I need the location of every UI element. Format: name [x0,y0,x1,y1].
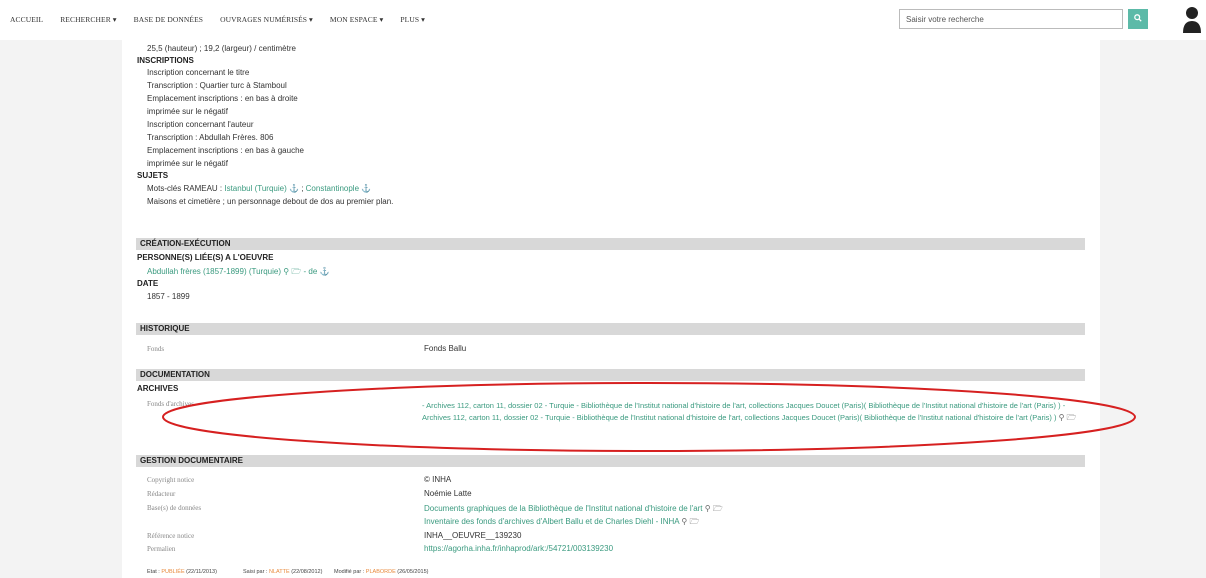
nav-base-de-donnees[interactable]: BASE DE DONNÉES [134,15,203,24]
dimensions-text: 25,5 (hauteur) ; 19,2 (largeur) / centim… [147,44,296,53]
copyright-value: © INHA [424,475,452,484]
person-role: - de [303,267,318,276]
sujets-heading: SUJETS [137,171,169,180]
user-icon[interactable] [1182,6,1202,34]
inscription-line: Inscription concernant le titre [147,68,250,77]
date-value: 1857 - 1899 [147,292,190,301]
section-historique: HISTORIQUE [136,323,1085,335]
reference-value: INHA__OEUVRE__139230 [424,531,522,540]
main-nav: ACCUEIL RECHERCHER ▾ BASE DE DONNÉES OUV… [10,15,442,24]
left-margin [0,40,122,578]
bases-label: Base(s) de données [147,504,202,512]
footer-etat: Etat : PUBLIÉE (22/11/2013) [147,569,217,575]
inscriptions-heading: INSCRIPTIONS [137,56,194,65]
rameau-link-constantinople[interactable]: Constantinople [306,184,359,193]
rameau-row: Mots-clés RAMEAU : Istanbul (Turquie) ⚓ … [147,184,372,193]
search-button[interactable] [1128,9,1148,29]
permalien-label: Permalien [147,545,176,553]
record-content [122,40,1100,578]
nav-rechercher[interactable]: RECHERCHER ▾ [60,15,116,24]
inscription-line: Emplacement inscriptions : en bas à droi… [147,94,298,103]
redacteur-value: Noémie Latte [424,489,472,498]
section-creation-execution: CRÉATION-EXÉCUTION [136,238,1085,250]
inscription-line: imprimée sur le négatif [147,159,228,168]
folder-icon[interactable]: 🗁 [291,267,301,276]
date-heading: DATE [137,279,159,288]
fonds-value: Fonds Ballu [424,344,467,353]
person-heading: PERSONNE(S) LIÉE(S) A L'OEUVRE [137,253,274,262]
hierarchy-icon[interactable]: ⚓ [361,184,371,193]
inscription-line: imprimée sur le négatif [147,107,228,116]
folder-icon[interactable]: 🗁 [690,517,700,526]
top-navbar: ACCUEIL RECHERCHER ▾ BASE DE DONNÉES OUV… [0,0,1206,40]
nav-accueil[interactable]: ACCUEIL [10,15,43,24]
sujet-description: Maisons et cimetière ; un personnage deb… [147,197,394,206]
person-row: Abdullah frères (1857-1899) (Turquie) ⚲ … [147,266,329,280]
inscription-line: Emplacement inscriptions : en bas à gauc… [147,146,304,155]
nav-mon-espace[interactable]: MON ESPACE ▾ [330,15,383,24]
reference-label: Référence notice [147,532,195,540]
hierarchy-icon[interactable]: ⚓ [320,267,330,276]
inscription-line: Inscription concernant l'auteur [147,120,254,129]
search-icon[interactable]: ⚲ [681,517,687,526]
base-row: Documents graphiques de la Bibliothèque … [424,503,723,517]
search-icon[interactable]: ⚲ [283,267,289,276]
search-input[interactable]: Saisir votre recherche [899,9,1123,29]
folder-icon[interactable]: 🗁 [713,504,723,513]
copyright-label: Copyright notice [147,476,195,484]
person-link[interactable]: Abdullah frères (1857-1899) (Turquie) [147,267,281,276]
annotation-ellipse [162,382,1136,452]
search-icon [1134,14,1142,22]
nav-ouvrages-numerises[interactable]: OUVRAGES NUMÉRISÉS ▾ [220,15,313,24]
base-row: Inventaire des fonds d'archives d'Albert… [424,516,699,530]
redacteur-label: Rédacteur [147,490,176,498]
inscription-line: Transcription : Abdullah Frères. 806 [147,133,274,142]
search-icon[interactable]: ⚲ [705,504,711,513]
base-link[interactable]: Documents graphiques de la Bibliothèque … [424,504,703,513]
right-margin [1100,40,1206,578]
rameau-link-istanbul[interactable]: Istanbul (Turquie) [224,184,286,193]
hierarchy-icon[interactable]: ⚓ [289,184,299,193]
footer-saisi: Saisi par : NLATTE (22/08/2012) [243,569,323,575]
rameau-label: Mots-clés RAMEAU : [147,184,223,193]
footer-modifie: Modifié par : PLABORDE (26/05/2015) [334,569,429,575]
nav-plus[interactable]: PLUS ▾ [400,15,425,24]
inscription-line: Transcription : Quartier turc à Stamboul [147,81,287,90]
section-gestion-documentaire: GESTION DOCUMENTAIRE [136,455,1085,467]
base-link[interactable]: Inventaire des fonds d'archives d'Albert… [424,517,679,526]
permalien-link[interactable]: https://agorha.inha.fr/inhaprod/ark:/547… [424,544,613,553]
fonds-label: Fonds [147,345,165,353]
